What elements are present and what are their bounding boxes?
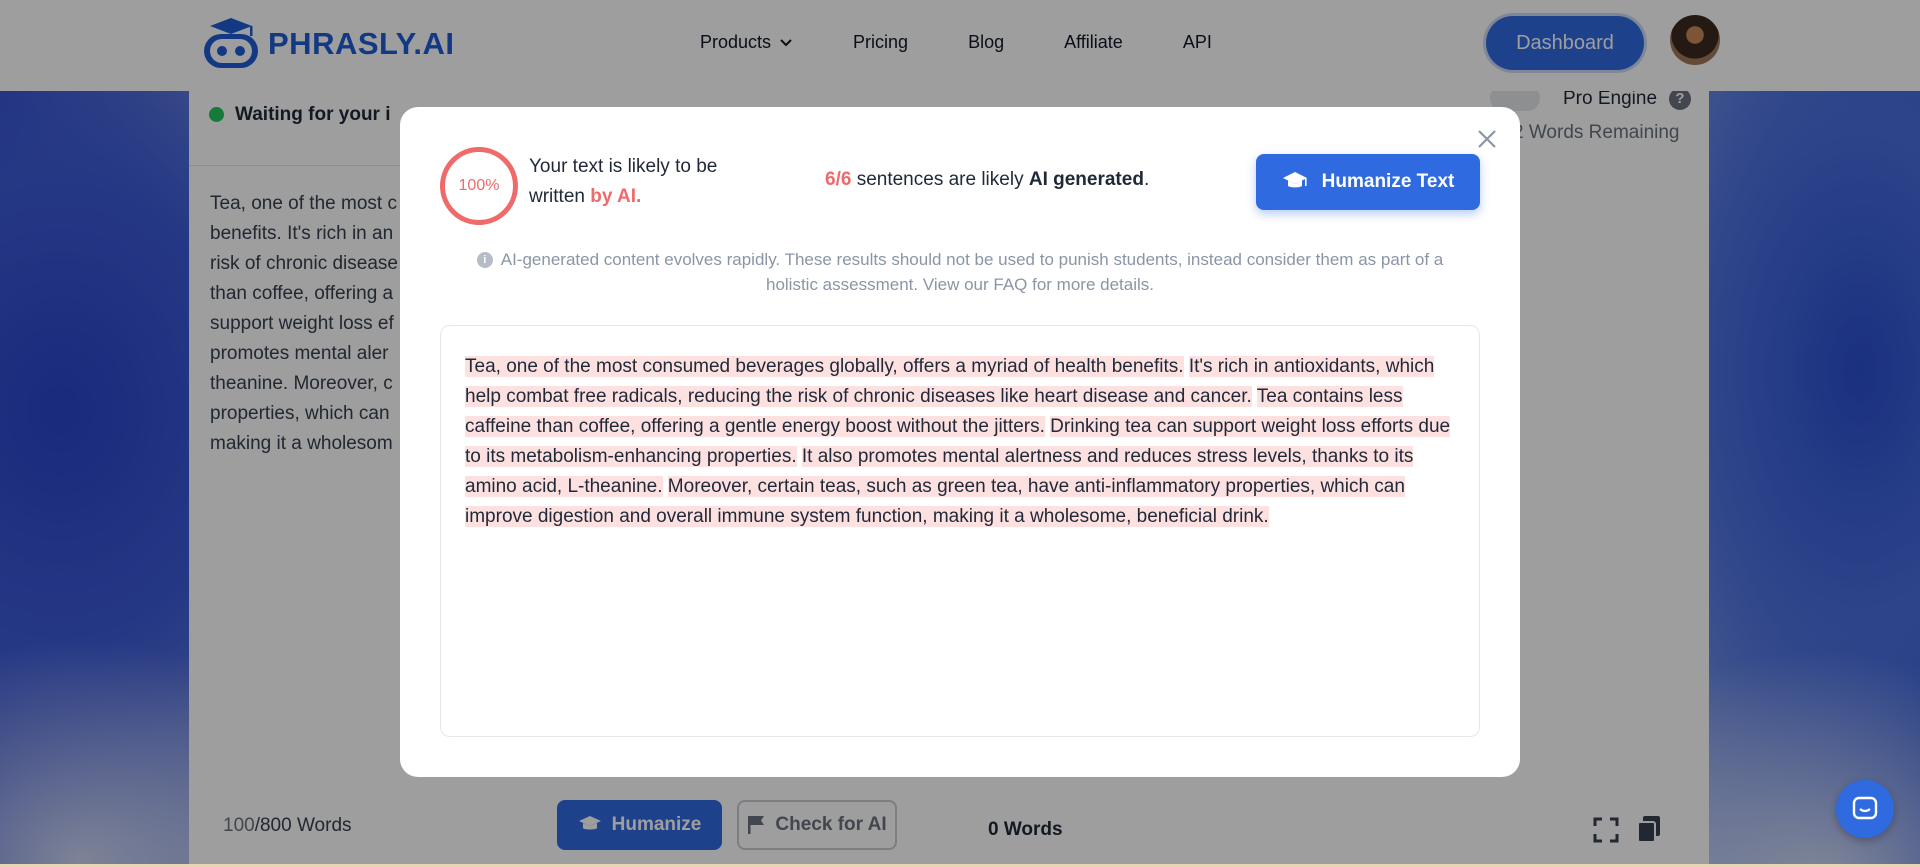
graduation-cap-icon bbox=[1282, 172, 1307, 188]
humanize-text-button[interactable]: Humanize Text bbox=[1256, 154, 1480, 210]
chat-launcher-button[interactable] bbox=[1836, 780, 1894, 838]
chat-icon bbox=[1852, 796, 1878, 820]
likely-text: Your text is likely to be written by AI. bbox=[529, 156, 718, 207]
close-icon[interactable] bbox=[1472, 124, 1502, 154]
info-icon: i bbox=[476, 252, 493, 268]
analyzed-text-box[interactable]: Tea, one of the most consumed beverages … bbox=[440, 325, 1480, 737]
ai-score-value: 100% bbox=[458, 177, 500, 194]
disclaimer: i AI-generated content evolves rapidly. T… bbox=[455, 247, 1465, 297]
ai-detection-modal: 100% Your text is likely to be written b… bbox=[400, 107, 1520, 777]
sentences-summary: 6/6 sentences are likely AI generated. bbox=[825, 169, 1150, 190]
ai-sentence: Tea, one of the most consumed beverages … bbox=[465, 356, 1184, 377]
ai-score-ring: 100% bbox=[440, 147, 518, 225]
humanize-text-label: Humanize Text bbox=[1321, 171, 1455, 192]
